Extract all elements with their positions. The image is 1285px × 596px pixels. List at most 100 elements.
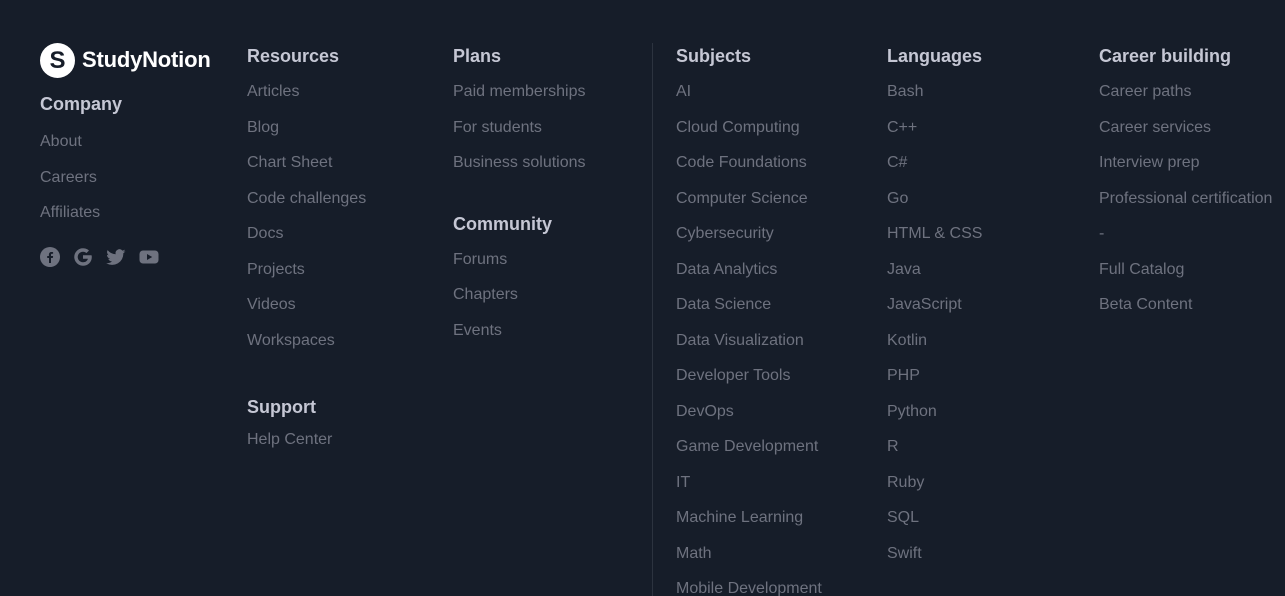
link-label[interactable]: Math [676, 545, 712, 562]
link-label[interactable]: Machine Learning [676, 509, 803, 526]
link-label[interactable]: Career paths [1099, 83, 1192, 100]
list-item[interactable]: Ruby [887, 473, 982, 509]
list-item[interactable]: Data Science [676, 295, 822, 331]
link-label[interactable]: Swift [887, 545, 922, 562]
link-label[interactable]: Data Visualization [676, 332, 804, 349]
link-label[interactable]: Careers [40, 169, 97, 186]
google-icon[interactable] [73, 247, 93, 267]
list-item[interactable]: Chapters [453, 285, 586, 321]
link-label[interactable]: Career services [1099, 119, 1211, 136]
link-label[interactable]: Videos [247, 296, 296, 313]
company-link-careers[interactable]: Careers [40, 168, 211, 204]
list-item[interactable]: Videos [247, 295, 366, 331]
list-item[interactable]: Kotlin [887, 331, 982, 367]
link-label[interactable]: Cybersecurity [676, 225, 774, 242]
company-link-about[interactable]: About [40, 132, 211, 168]
link-label[interactable]: Projects [247, 261, 305, 278]
list-item[interactable]: Forums [453, 250, 586, 286]
link-label[interactable]: Business solutions [453, 154, 586, 171]
list-item[interactable]: Events [453, 321, 586, 357]
link-label[interactable]: Paid memberships [453, 83, 586, 100]
list-item[interactable]: C# [887, 153, 982, 189]
link-label[interactable]: Bash [887, 83, 923, 100]
list-item[interactable]: Code challenges [247, 189, 366, 225]
link-label[interactable]: Workspaces [247, 332, 335, 349]
list-item[interactable]: Data Analytics [676, 260, 822, 296]
link-label[interactable]: Game Development [676, 438, 818, 455]
link-label[interactable]: Developer Tools [676, 367, 790, 384]
link-label[interactable]: Chart Sheet [247, 154, 332, 171]
list-item[interactable]: Help Center [247, 430, 366, 466]
list-item[interactable]: Machine Learning [676, 508, 822, 544]
list-item[interactable]: Code Foundations [676, 153, 822, 189]
list-item[interactable]: Go [887, 189, 982, 225]
link-label[interactable]: Articles [247, 83, 299, 100]
link-label[interactable]: HTML & CSS [887, 225, 982, 242]
list-item[interactable]: Career services [1099, 118, 1272, 154]
list-item[interactable]: For students [453, 118, 586, 154]
list-item[interactable]: Beta Content [1099, 295, 1272, 331]
list-item[interactable]: Docs [247, 224, 366, 260]
link-label[interactable]: About [40, 133, 82, 150]
link-label[interactable]: Data Science [676, 296, 771, 313]
facebook-icon[interactable] [40, 246, 60, 267]
link-label[interactable]: DevOps [676, 403, 734, 420]
list-item[interactable]: Workspaces [247, 331, 366, 367]
link-label[interactable]: Docs [247, 225, 283, 242]
list-item[interactable]: - [1099, 224, 1272, 260]
link-label[interactable]: Full Catalog [1099, 261, 1184, 278]
list-item[interactable]: R [887, 437, 982, 473]
link-label[interactable]: Affiliates [40, 204, 100, 221]
list-item[interactable]: Chart Sheet [247, 153, 366, 189]
list-item[interactable]: Blog [247, 118, 366, 154]
list-item[interactable]: Projects [247, 260, 366, 296]
link-label[interactable]: C# [887, 154, 907, 171]
link-label[interactable]: Events [453, 322, 502, 339]
link-label[interactable]: SQL [887, 509, 919, 526]
link-label[interactable]: - [1099, 225, 1104, 242]
list-item[interactable]: DevOps [676, 402, 822, 438]
list-item[interactable]: Full Catalog [1099, 260, 1272, 296]
list-item[interactable]: Game Development [676, 437, 822, 473]
link-label[interactable]: JavaScript [887, 296, 962, 313]
list-item[interactable]: Java [887, 260, 982, 296]
list-item[interactable]: Interview prep [1099, 153, 1272, 189]
company-link-affiliates[interactable]: Affiliates [40, 203, 211, 239]
list-item[interactable]: Career paths [1099, 82, 1272, 118]
link-label[interactable]: Chapters [453, 286, 518, 303]
list-item[interactable]: C++ [887, 118, 982, 154]
list-item[interactable]: JavaScript [887, 295, 982, 331]
list-item[interactable]: Cloud Computing [676, 118, 822, 154]
list-item[interactable]: Cybersecurity [676, 224, 822, 260]
link-label[interactable]: Blog [247, 119, 279, 136]
link-label[interactable]: C++ [887, 119, 917, 136]
link-label[interactable]: Mobile Development [676, 580, 822, 596]
link-label[interactable]: PHP [887, 367, 920, 384]
list-item[interactable]: Python [887, 402, 982, 438]
list-item[interactable]: Developer Tools [676, 366, 822, 402]
link-label[interactable]: Java [887, 261, 921, 278]
link-label[interactable]: Data Analytics [676, 261, 777, 278]
list-item[interactable]: IT [676, 473, 822, 509]
list-item[interactable]: Bash [887, 82, 982, 118]
link-label[interactable]: Beta Content [1099, 296, 1192, 313]
list-item[interactable]: Computer Science [676, 189, 822, 225]
link-label[interactable]: For students [453, 119, 542, 136]
list-item[interactable]: Articles [247, 82, 366, 118]
link-label[interactable]: Forums [453, 251, 507, 268]
link-label[interactable]: Cloud Computing [676, 119, 800, 136]
link-label[interactable]: Ruby [887, 474, 924, 491]
link-label[interactable]: Interview prep [1099, 154, 1200, 171]
list-item[interactable]: SQL [887, 508, 982, 544]
link-label[interactable]: Code challenges [247, 190, 366, 207]
brand-logo[interactable]: S StudyNotion [40, 42, 211, 78]
list-item[interactable]: Business solutions [453, 153, 586, 189]
link-label[interactable]: Help Center [247, 431, 332, 448]
list-item[interactable]: HTML & CSS [887, 224, 982, 260]
youtube-icon[interactable] [139, 247, 159, 267]
link-label[interactable]: Go [887, 190, 908, 207]
link-label[interactable]: R [887, 438, 899, 455]
twitter-icon[interactable] [106, 247, 126, 267]
list-item[interactable]: AI [676, 82, 822, 118]
list-item[interactable]: Mobile Development [676, 579, 822, 596]
